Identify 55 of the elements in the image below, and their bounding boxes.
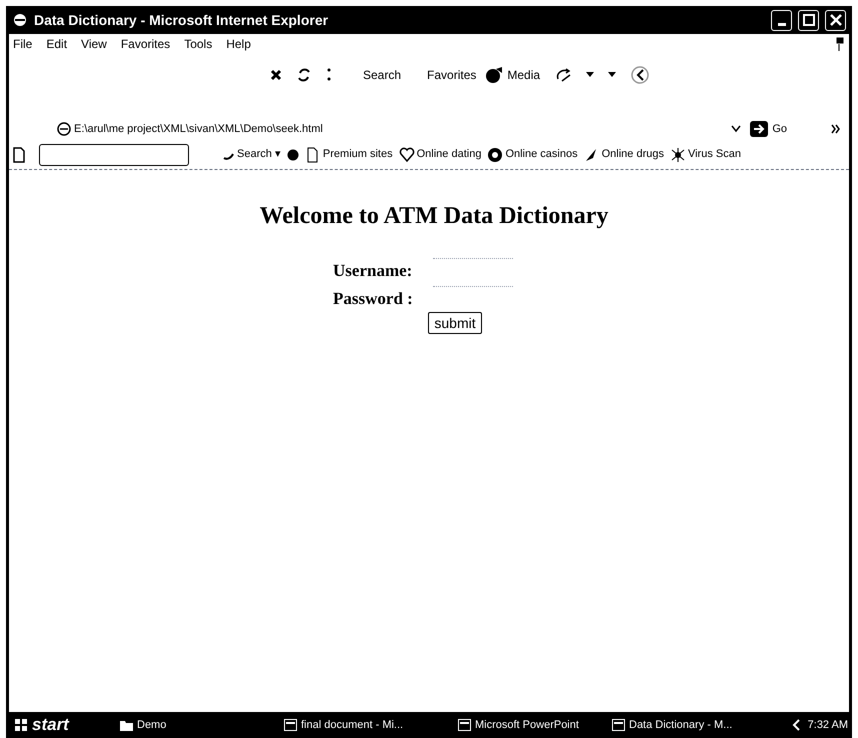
favorites-button[interactable]: Favorites (427, 66, 476, 84)
menu-item[interactable]: Favorites (120, 35, 170, 53)
menu-item[interactable]: Tools (184, 35, 212, 53)
link-item[interactable]: Premium sites (304, 146, 393, 163)
dropdown-icon[interactable] (586, 72, 594, 78)
chevron-icon[interactable] (831, 124, 841, 134)
bug-icon (670, 146, 686, 162)
menu-item[interactable]: File (13, 35, 32, 53)
stop-icon[interactable] (269, 68, 283, 82)
window-title: Data Dictionary - Microsoft Internet Explorer (34, 10, 330, 30)
link-item[interactable]: Online dating (398, 146, 482, 163)
link-item[interactable]: Virus Scan (670, 146, 741, 163)
menu-item[interactable]: View (81, 35, 107, 53)
search-button[interactable]: Search (363, 66, 402, 84)
history-icon[interactable] (554, 67, 572, 83)
page-icon (57, 122, 71, 136)
search-button[interactable]: Search ▾ (223, 146, 281, 163)
media-icon (484, 66, 504, 84)
window-icon (612, 719, 625, 731)
link-item[interactable]: Online casinos (487, 146, 578, 163)
address-field[interactable]: E:\arul\me project\XML\sivan\XML\Demo\seek.html (74, 120, 728, 138)
dropdown-icon[interactable] (731, 125, 742, 133)
page-heading: Welcome to ATM Data Dictionary (260, 202, 608, 231)
field-label: Password : (333, 288, 414, 310)
submit-button[interactable]: submit (428, 312, 482, 334)
taskbar-item[interactable]: Microsoft PowerPoint (458, 716, 608, 734)
link-item[interactable]: Online drugs (584, 146, 664, 163)
windows-logo-icon (14, 718, 28, 732)
window-icon (284, 719, 297, 731)
search-field[interactable] (39, 144, 189, 166)
menu-item[interactable]: Edit (46, 35, 68, 53)
close-button[interactable] (825, 10, 846, 30)
heart-icon (398, 146, 415, 162)
maximize-button[interactable] (798, 10, 819, 30)
go-button[interactable]: Go (749, 120, 787, 138)
minimize-button[interactable] (771, 10, 792, 30)
window-icon (458, 719, 471, 731)
browser-icon (12, 12, 28, 28)
dot-icon[interactable] (286, 148, 299, 160)
clock: 7:32 AM (808, 718, 849, 733)
start-button[interactable]: start (6, 712, 116, 738)
page-icon (13, 146, 25, 162)
taskbar-item[interactable]: final document - Mi... (284, 716, 454, 734)
field-label: Username: (333, 260, 414, 282)
menu-item[interactable]: Help (226, 35, 251, 53)
taskbar-item[interactable]: Data Dictionary - M... (612, 716, 752, 734)
dropdown-icon[interactable] (608, 72, 616, 78)
taskbar-item[interactable]: Demo (120, 716, 280, 734)
close-icon (828, 13, 842, 27)
refresh-icon[interactable] (297, 67, 311, 83)
folder-icon (120, 719, 133, 731)
media-button[interactable]: Media (484, 66, 540, 84)
disc-icon (487, 146, 504, 162)
minimize-icon (778, 23, 786, 26)
maximize-icon (802, 13, 816, 27)
